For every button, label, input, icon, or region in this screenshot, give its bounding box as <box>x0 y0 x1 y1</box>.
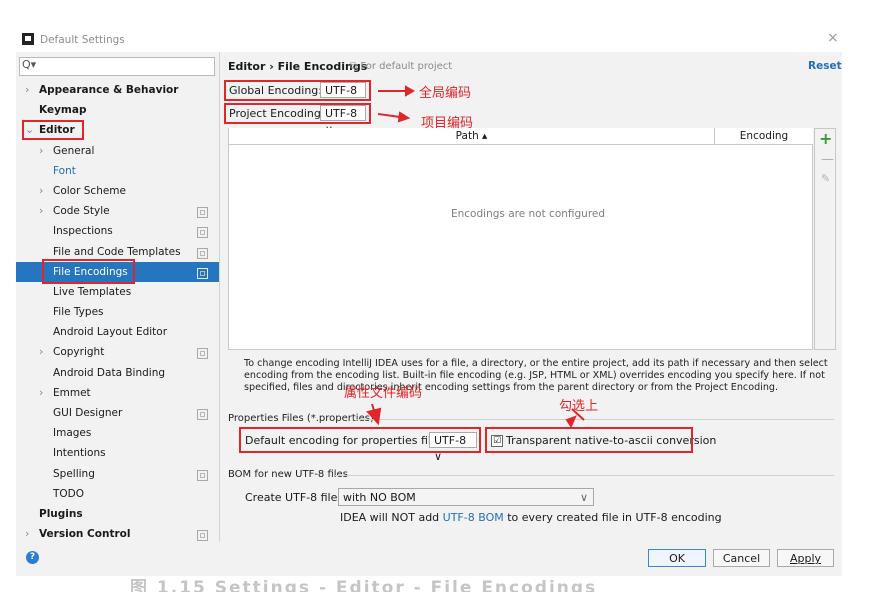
global-arrow-head <box>405 85 416 97</box>
project-arrow-head <box>397 111 411 123</box>
annotation-properties: 属性文件编码 <box>344 386 423 401</box>
caption-fragment: 图 1.15 Settings - Editor - File Encoding… <box>130 578 598 592</box>
annotation-global: 全局编码 <box>419 86 472 101</box>
project-arrow-line <box>377 113 401 118</box>
check-arrow-head <box>565 415 577 429</box>
annotation-project: 项目编码 <box>421 116 474 131</box>
annotation-check: 勾选上 <box>559 399 599 414</box>
properties-arrow-head <box>366 407 382 426</box>
